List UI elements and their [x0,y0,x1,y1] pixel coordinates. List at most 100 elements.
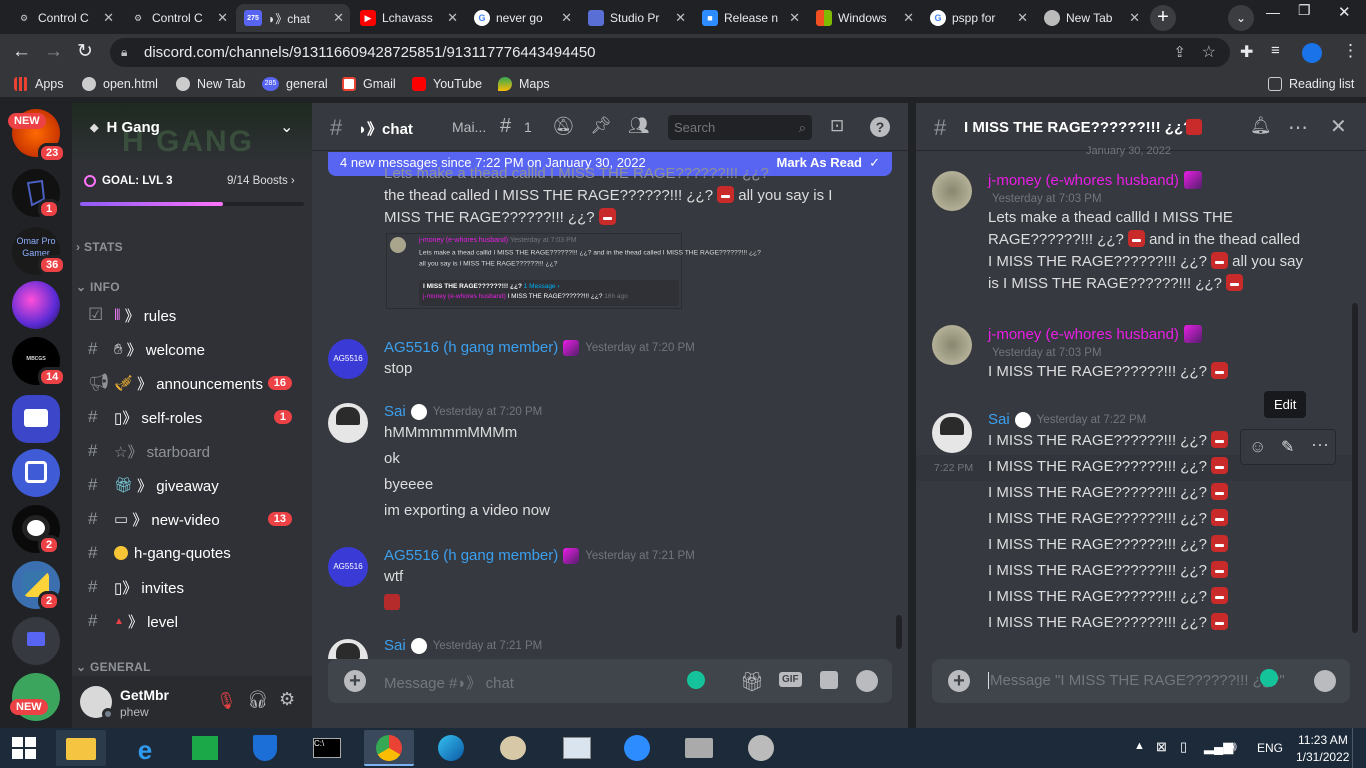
close-icon[interactable]: ✕ [447,10,458,26]
media-icon[interactable]: ≡ [1271,42,1280,59]
boost-goal[interactable]: GOAL: LVL 3 [84,175,173,187]
avatar[interactable] [932,325,972,365]
extensions-icon[interactable]: ✚ [1240,42,1253,62]
sticker-icon[interactable] [820,671,838,689]
message-author[interactable]: j-money (e-whores husband) [988,326,1179,343]
new-tab-button[interactable]: + [1150,5,1176,31]
message-author[interactable]: Sai [384,637,406,654]
embedded-image[interactable]: j-money (e-whores husband) Yesterday at … [386,233,761,309]
close-icon[interactable]: ✕ [103,10,114,26]
chevron-down-icon[interactable]: ⌄ [280,117,293,137]
gift-icon[interactable]: 🎁︎ [740,670,764,694]
server-icon[interactable] [12,281,60,329]
close-icon[interactable]: ✕ [217,10,228,26]
avatar[interactable]: AG5516 [328,339,368,379]
mute-icon[interactable]: 🎙︎ [216,691,236,711]
thread-message-input[interactable]: + Message "I MISS THE RAGE??????!!! ¿¿?" [932,659,1350,703]
emoji-picker-icon[interactable] [856,670,878,692]
browser-tab[interactable]: ▶ Lchavass ✕ [352,4,464,32]
inbox-icon[interactable]: ⊡ [830,116,844,136]
threads-icon[interactable]: # [500,115,511,138]
channel-starboard[interactable]: # ☆》 starboard [88,436,308,466]
store-icon[interactable] [180,730,230,766]
category-stats[interactable]: › STATS [76,240,123,254]
close-icon[interactable]: ✕ [1129,10,1140,26]
avatar[interactable] [932,171,972,211]
close-icon[interactable]: ✕ [675,10,686,26]
boost-count[interactable]: 9/14 Boosts › [227,175,295,187]
close-icon[interactable]: ✕ [561,10,572,26]
edit-pencil-icon[interactable]: ✎ [1281,437,1294,457]
message-author[interactable]: AG5516 (h gang member) [384,339,558,356]
avatar[interactable] [328,639,368,659]
browser-tab[interactable]: Gnever go ✕ [466,4,578,32]
ie-icon[interactable]: e [120,730,170,766]
close-icon[interactable]: ✕ [789,10,800,26]
browser-tab[interactable]: Gpspp for ✕ [922,4,1034,32]
chrome-taskbar-icon[interactable] [364,730,414,766]
reload-icon[interactable]: ↻ [77,40,93,63]
show-desktop-button[interactable] [1352,728,1366,768]
channel-giveaway[interactable]: # 🎁︎ 》 giveaway [88,470,308,500]
close-icon[interactable]: ✕ [1017,10,1028,26]
message-input[interactable]: + Message #◗》 chat 🎁︎ GIF [328,659,892,703]
more-icon[interactable]: ⋯ [1288,115,1308,140]
tab-search-button[interactable]: ⌄ [1228,5,1254,31]
bookmark-general[interactable]: 285 general [262,77,328,91]
profile-avatar[interactable] [1302,43,1322,63]
close-icon[interactable]: ✕ [1330,114,1347,139]
volume-icon[interactable]: 🔊︎ [1228,738,1237,755]
close-icon[interactable]: ✕ [903,10,914,26]
browser-tab[interactable]: ⚙ Control C ✕ [8,4,120,32]
channel-level[interactable]: # ▲ 》 level [88,606,308,636]
clock-time[interactable]: 11:23 AM [1298,733,1348,747]
pin-icon[interactable]: 📌︎ [590,116,612,136]
scrollbar[interactable] [1352,303,1358,633]
channel-topic[interactable]: Mai... [452,119,486,135]
url-field[interactable]: 🔒︎ discord.com/channels/9131166094287258… [110,38,1230,67]
channel-new-video[interactable]: # ▭ 》 new-video 13 [88,504,308,534]
grammarly-icon[interactable] [1260,669,1278,687]
bookmark-new-tab[interactable]: New Tab [176,77,245,91]
back-icon[interactable]: ← [12,41,31,63]
clock-date[interactable]: 1/31/2022 [1296,750,1349,764]
help-icon[interactable]: ? [870,117,890,137]
bookmark-maps[interactable]: Maps [498,77,550,91]
menu-icon[interactable]: ⋮ [1342,41,1359,61]
performance-icon[interactable] [552,730,602,766]
star-icon[interactable]: ☆ [1202,38,1216,67]
server-header[interactable]: ◆ H Gang [90,119,160,136]
printer-icon[interactable] [674,730,724,766]
channel-rules[interactable]: ☑ ⦀ 》 rules [88,300,308,330]
message-author[interactable]: j-money (e-whores husband) [988,172,1179,189]
network-warning-icon[interactable]: ⊠ [1156,739,1167,755]
message-author[interactable]: Sai [384,403,406,420]
avatar[interactable] [328,403,368,443]
browser-tab[interactable]: New Tab ✕ [1036,4,1146,32]
settings-gear-icon[interactable]: ⚙ [279,689,295,710]
channel-welcome[interactable]: # ✋︎ 》 welcome [88,334,308,364]
channel-h-gang-quotes[interactable]: # h-gang-quotes [88,538,308,568]
terminal-icon[interactable]: C:\ [302,730,352,766]
channel-self-roles[interactable]: # ▯》 self-roles 1 [88,402,308,432]
zoom-icon[interactable] [612,730,662,766]
folder-icon[interactable] [12,617,60,665]
edge-icon[interactable] [426,730,476,766]
restore-icon[interactable]: ❐ [1298,2,1311,19]
bookmark-youtube[interactable]: YouTube [412,77,482,91]
more-icon[interactable]: ⋯ [1311,435,1329,456]
reading-list[interactable]: Reading list [1268,77,1354,91]
browser-tab[interactable]: ⚙ Control C ✕ [122,4,234,32]
avatar[interactable]: AG5516 [328,547,368,587]
headphones-icon[interactable]: 🎧︎ [247,690,269,710]
browser-tab[interactable]: Windows ✕ [808,4,920,32]
browser-tab[interactable]: Studio Pr ✕ [580,4,692,32]
start-button[interactable] [12,737,36,759]
server-icon[interactable] [12,395,60,443]
server-icon[interactable] [12,449,60,497]
tray-chevron-icon[interactable]: ▲ [1134,740,1145,752]
channel-invites[interactable]: # ▯》 invites [88,572,308,602]
message-author[interactable]: AG5516 (h gang member) [384,547,558,564]
add-attachment-icon[interactable]: + [344,670,366,692]
emoji-picker-icon[interactable] [1314,670,1336,692]
